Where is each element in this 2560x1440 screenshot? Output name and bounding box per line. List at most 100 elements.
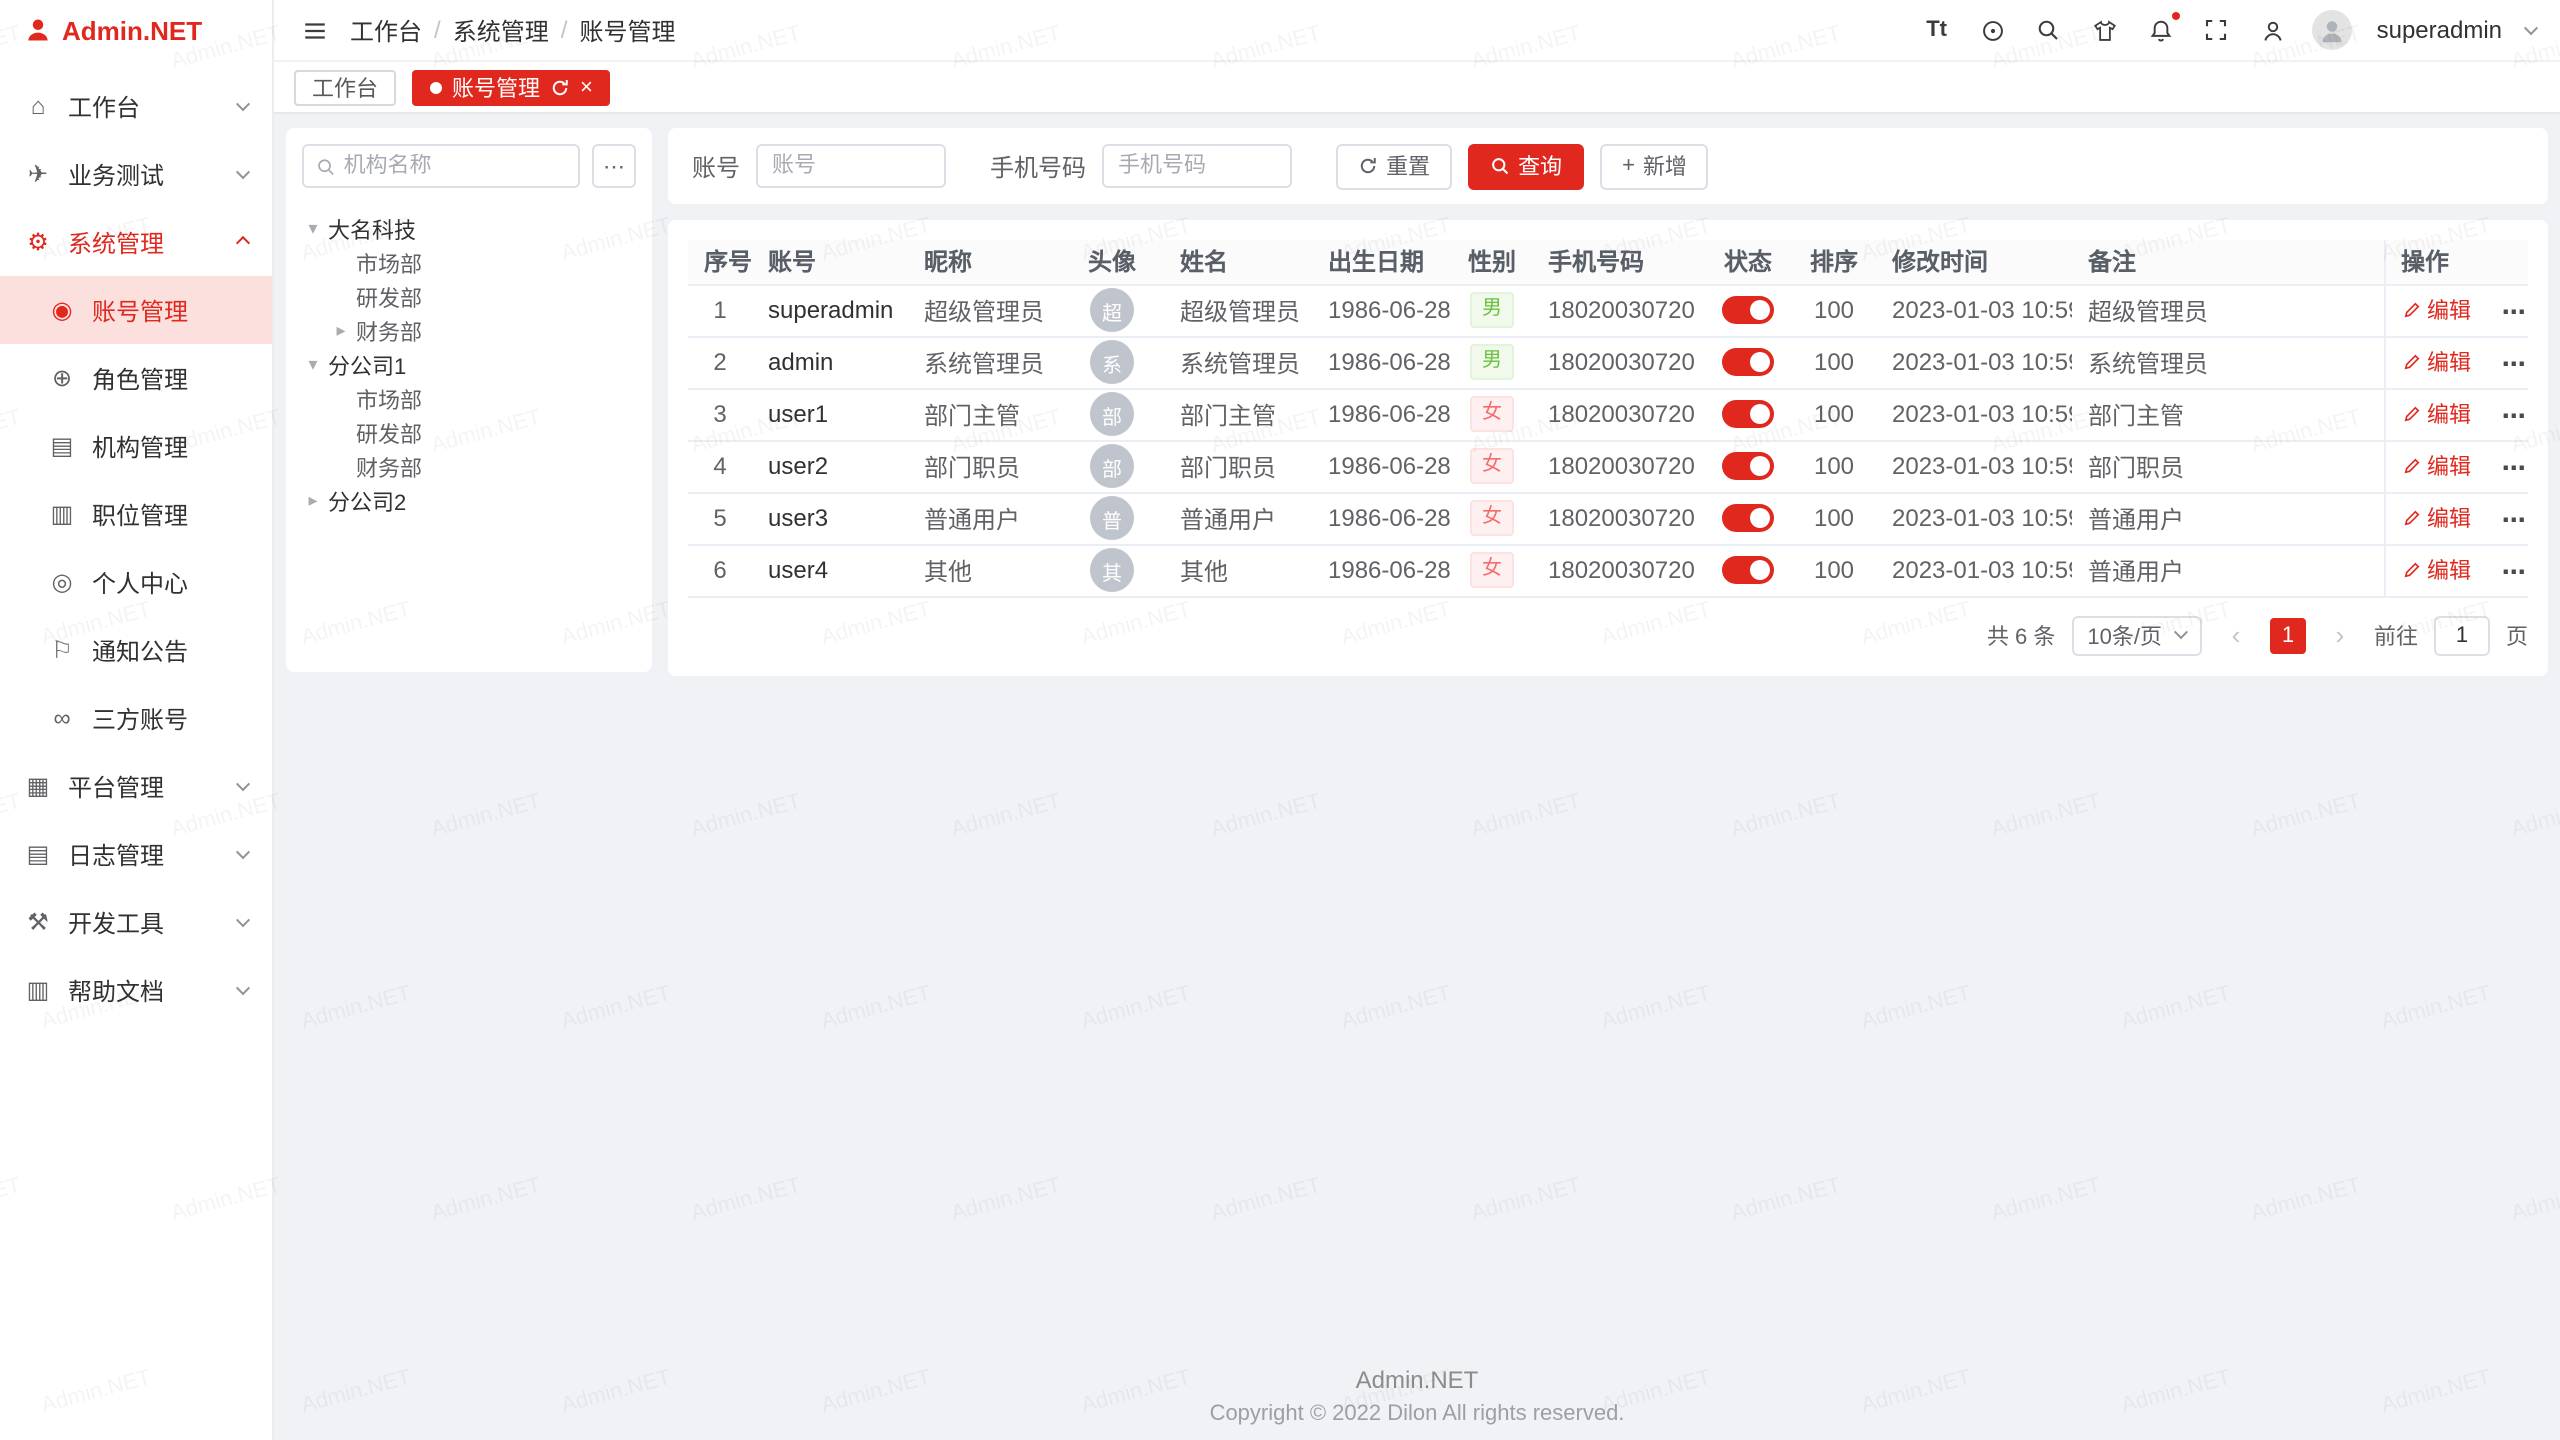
- user-table: 序号 账号 昵称 头像 姓名 出生日期 性别 手机号码 状态 排序 修改时间 备…: [688, 240, 2528, 597]
- cell-modified: 2023-01-03 10:59:44: [1892, 556, 2072, 584]
- status-toggle[interactable]: [1722, 349, 1774, 377]
- tab-bar: 工作台 账号管理 ×: [274, 60, 2560, 114]
- close-icon[interactable]: ×: [580, 75, 593, 99]
- caret-open-icon[interactable]: ▾: [302, 218, 324, 240]
- cell-order: 100: [1814, 296, 1854, 324]
- cell-birth: 1986-06-28: [1328, 348, 1451, 376]
- current-page-button[interactable]: 1: [2270, 617, 2306, 653]
- tab-account-mgmt[interactable]: 账号管理 ×: [412, 69, 611, 105]
- table-row: 6 user4 其他 其 其他 1986-06-28 女 18020030720…: [688, 544, 2528, 596]
- query-button[interactable]: 查询: [1468, 143, 1584, 189]
- sidebar-item-third-party-account[interactable]: ∞ 三方账号: [0, 684, 272, 752]
- row-more-button[interactable]: ⋯: [2502, 558, 2526, 586]
- fullscreen-icon[interactable]: [2201, 14, 2233, 46]
- font-size-icon[interactable]: Tt: [1921, 14, 1953, 46]
- refresh-icon[interactable]: [550, 77, 570, 97]
- status-toggle[interactable]: [1722, 505, 1774, 533]
- tree-node[interactable]: 市场部: [302, 382, 636, 416]
- sidebar-item-log-mgmt[interactable]: ▤ 日志管理: [0, 820, 272, 888]
- edit-button[interactable]: 编辑: [2401, 346, 2471, 378]
- row-more-button[interactable]: ⋯: [2502, 506, 2526, 534]
- sidebar-item-role-mgmt[interactable]: ⊕ 角色管理: [0, 344, 272, 412]
- sidebar-item-business-test[interactable]: ✈ 业务测试: [0, 140, 272, 208]
- cell-remark: 普通用户: [2088, 557, 2184, 585]
- edit-button[interactable]: 编辑: [2401, 502, 2471, 534]
- sidebar-item-help-docs[interactable]: ▥ 帮助文档: [0, 956, 272, 1024]
- tree-node[interactable]: 研发部: [302, 280, 636, 314]
- chevron-down-icon[interactable]: [2524, 20, 2538, 34]
- tree-node[interactable]: ▾ 大名科技: [302, 212, 636, 246]
- edit-button[interactable]: 编辑: [2401, 294, 2471, 326]
- sidebar-item-position-mgmt[interactable]: ▥ 职位管理: [0, 480, 272, 548]
- caret-closed-icon[interactable]: ▸: [330, 320, 352, 342]
- cell-remark: 部门主管: [2088, 401, 2184, 429]
- sidebar-item-system[interactable]: ⚙ 系统管理: [0, 208, 272, 276]
- tree-node[interactable]: 研发部: [302, 416, 636, 450]
- next-page-button[interactable]: ›: [2322, 617, 2358, 653]
- tree-node[interactable]: 市场部: [302, 246, 636, 280]
- row-more-button[interactable]: ⋯: [2502, 350, 2526, 378]
- brand-logo-text: Admin.NET: [62, 15, 202, 45]
- home-icon: ⌂: [24, 92, 52, 120]
- edit-button[interactable]: 编辑: [2401, 554, 2471, 586]
- caret-open-icon[interactable]: ▾: [302, 354, 324, 376]
- reset-button[interactable]: 重置: [1336, 143, 1452, 189]
- sidebar-item-workbench[interactable]: ⌂ 工作台: [0, 72, 272, 140]
- edit-icon: [2401, 300, 2421, 320]
- status-toggle[interactable]: [1722, 557, 1774, 585]
- tab-workbench[interactable]: 工作台: [294, 69, 396, 105]
- chevron-down-icon: [236, 980, 250, 994]
- cell-order: 100: [1814, 504, 1854, 532]
- test-icon: ✈: [24, 160, 52, 188]
- goto-page-input[interactable]: [2434, 615, 2490, 655]
- gender-badge: 男: [1470, 293, 1514, 328]
- phone-filter-input[interactable]: [1102, 144, 1292, 188]
- tree-node-label: 财务部: [356, 451, 422, 483]
- sidebar-item-org-mgmt[interactable]: ▤ 机构管理: [0, 412, 272, 480]
- user-settings-icon[interactable]: [2257, 14, 2289, 46]
- tree-node[interactable]: ▸ 财务部: [302, 314, 636, 348]
- edit-button[interactable]: 编辑: [2401, 450, 2471, 482]
- theme-skin-icon[interactable]: [2089, 14, 2121, 46]
- chevron-down-icon: [236, 776, 250, 790]
- tree-node[interactable]: 财务部: [302, 450, 636, 484]
- notification-bell-icon[interactable]: [2145, 14, 2177, 46]
- breadcrumb-item-workbench[interactable]: 工作台: [350, 13, 422, 47]
- username[interactable]: superadmin: [2377, 16, 2502, 44]
- org-more-button[interactable]: ⋯: [592, 144, 636, 188]
- breadcrumb-item-system[interactable]: 系统管理: [453, 13, 549, 47]
- caret-closed-icon[interactable]: ▸: [302, 490, 324, 512]
- add-button[interactable]: + 新增: [1600, 143, 1709, 189]
- menu-collapse-icon[interactable]: [298, 14, 330, 46]
- prev-page-button[interactable]: ‹: [2218, 617, 2254, 653]
- row-more-button[interactable]: ⋯: [2502, 402, 2526, 430]
- tree-node-label: 市场部: [356, 247, 422, 279]
- tree-node[interactable]: ▸ 分公司2: [302, 484, 636, 518]
- cell-nickname: 普通用户: [924, 505, 1020, 533]
- tree-node[interactable]: ▾ 分公司1: [302, 348, 636, 382]
- account-filter-input[interactable]: [756, 144, 946, 188]
- cell-remark: 系统管理员: [2088, 349, 2208, 377]
- breadcrumb-item-account: 账号管理: [579, 13, 675, 47]
- sidebar-item-profile-center[interactable]: ◎ 个人中心: [0, 548, 272, 616]
- org-search-input[interactable]: [344, 154, 566, 178]
- cell-name: 普通用户: [1180, 505, 1276, 533]
- brand-logo[interactable]: Admin.NET: [0, 0, 272, 60]
- status-toggle[interactable]: [1722, 401, 1774, 429]
- sidebar-item-account-mgmt[interactable]: ◉ 账号管理: [0, 276, 272, 344]
- locale-icon[interactable]: [1977, 14, 2009, 46]
- sidebar-item-notice[interactable]: ⚐ 通知公告: [0, 616, 272, 684]
- cell-remark: 部门职员: [2088, 453, 2184, 481]
- user-avatar[interactable]: [2313, 10, 2353, 50]
- sidebar-item-dev-tools[interactable]: ⚒ 开发工具: [0, 888, 272, 956]
- tab-label: 工作台: [312, 71, 378, 103]
- row-more-button[interactable]: ⋯: [2502, 298, 2526, 326]
- edit-button[interactable]: 编辑: [2401, 398, 2471, 430]
- row-more-button[interactable]: ⋯: [2502, 454, 2526, 482]
- column-header-gender: 性别: [1452, 240, 1532, 284]
- status-toggle[interactable]: [1722, 297, 1774, 325]
- status-toggle[interactable]: [1722, 453, 1774, 481]
- sidebar-item-platform-mgmt[interactable]: ▦ 平台管理: [0, 752, 272, 820]
- page-size-select[interactable]: 10条/页: [2071, 615, 2202, 655]
- search-icon[interactable]: [2033, 14, 2065, 46]
